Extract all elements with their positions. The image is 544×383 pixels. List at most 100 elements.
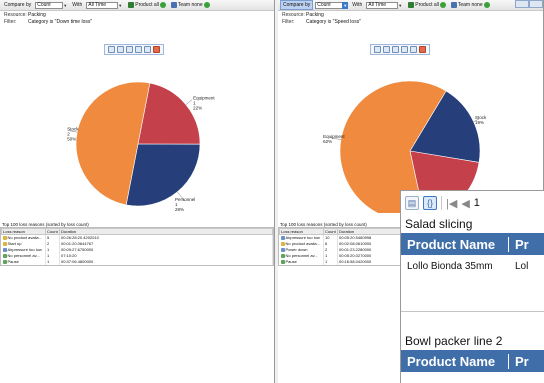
compare-by-select[interactable]: Count — [35, 1, 64, 9]
report-section-title: Bowl packer line 2 — [405, 334, 503, 348]
loss-reason-icon — [280, 236, 285, 241]
header-product-name: Product Name — [401, 353, 509, 369]
chart-toolbar — [104, 44, 164, 55]
page-number[interactable]: 1 — [474, 197, 480, 209]
chevron-down-icon[interactable]: ▼ — [397, 2, 403, 9]
bar-chart-icon[interactable] — [153, 46, 160, 53]
loss-reason-icon — [2, 247, 7, 252]
info-key: Resource: — [4, 12, 27, 18]
bar-chart-icon[interactable] — [419, 46, 426, 53]
report-section-title: Salad slicing — [405, 217, 473, 231]
loss-reason-icon — [2, 236, 7, 241]
team-filter-button[interactable]: Team none — [170, 2, 210, 8]
info-row: Resource: Packing — [282, 12, 539, 19]
cell-loss-reason: No product availa... — [1, 234, 46, 241]
col-count[interactable]: Count — [323, 228, 338, 235]
team-filter-label: Team none — [177, 2, 203, 8]
loss-reason-icon — [280, 247, 285, 252]
left-toolbar: Compare by Count ▼ With All Time ▼ Produ… — [0, 0, 274, 11]
product-filter-button[interactable]: Product all — [128, 2, 166, 8]
info-value: Packing — [28, 12, 46, 18]
compare-by-label: Compare by — [4, 2, 32, 8]
print-icon[interactable] — [126, 46, 133, 53]
chart-type-icon[interactable] — [410, 46, 417, 53]
with-select[interactable]: All Time — [366, 1, 399, 9]
loss-reason-text: Start up — [7, 241, 22, 246]
info-row: Resource: Packing — [4, 12, 270, 19]
cell-count: 1 — [323, 258, 338, 265]
minimize-button[interactable] — [515, 0, 529, 8]
previous-page-icon[interactable]: ◀ — [461, 197, 469, 210]
loss-reason-text: No product availa... — [285, 241, 320, 246]
info-key: Resource: — [282, 12, 305, 18]
cell-loss-reason: No personnel av... — [1, 252, 46, 259]
info-key: Filter: — [282, 19, 295, 25]
cell-loss-reason: Pause — [1, 258, 46, 265]
restore-button[interactable] — [529, 0, 543, 8]
cell-count: 1 — [45, 258, 60, 265]
chevron-down-icon[interactable]: ▼ — [342, 1, 349, 9]
parameters-icon[interactable]: {} — [423, 196, 437, 210]
report-table-row: Lollo Bionda 35mm Lol — [401, 255, 544, 311]
settings-icon[interactable] — [203, 2, 210, 8]
chart-toolbar — [370, 44, 430, 55]
cell-loss-reason: No personnel av... — [279, 252, 324, 259]
cell-product-name: Lollo Bionda 35mm — [407, 261, 493, 272]
loss-reason-text: No product availa... — [7, 235, 42, 241]
with-select[interactable]: All Time — [86, 1, 119, 9]
loss-reason-text: Pause — [285, 259, 297, 264]
loss-reason-text: Pause — [7, 259, 19, 264]
info-value: Category is "Speed loss" — [306, 19, 361, 25]
settings-icon[interactable] — [159, 2, 166, 8]
product-filter-button[interactable]: Product all — [408, 2, 446, 8]
report-table-header: Product Name Pr — [401, 350, 544, 372]
table-row[interactable]: Pause 1 00:37:06.4800000 — [1, 258, 273, 265]
cell-loss-reason: No product availa... — [279, 240, 324, 247]
info-value: Category is "Down time loss" — [28, 19, 93, 25]
settings-icon[interactable] — [483, 2, 490, 8]
info-key: Filter: — [4, 19, 17, 25]
pie-label: Personnel — [175, 197, 195, 202]
save-icon[interactable] — [374, 46, 381, 53]
col-count[interactable]: Count — [45, 228, 60, 235]
product-icon — [408, 2, 415, 8]
info-value: Packing — [306, 12, 324, 18]
right-info: Resource: Packing Filter: Category is "Spe… — [278, 11, 543, 27]
compare-by-select[interactable]: Count — [315, 1, 344, 9]
settings-icon[interactable] — [439, 2, 446, 8]
loss-reason-icon — [280, 241, 285, 246]
loss-reason-icon — [2, 241, 7, 246]
loss-reason-icon — [2, 253, 7, 258]
left-info: Resource: Packing Filter: Category is "Dow… — [0, 11, 274, 27]
loss-reason-icon — [280, 253, 285, 258]
report-viewer: ▤ {} |◀ ◀ 1 Salad slicing Product Name P… — [400, 190, 544, 383]
window-controls — [515, 0, 543, 8]
pie-label: 19% — [475, 120, 484, 125]
loss-reason-text: No personnel av... — [285, 253, 318, 258]
team-filter-label: Team none — [457, 2, 483, 8]
chevron-down-icon[interactable]: ▼ — [62, 2, 68, 9]
loss-reason-icon — [280, 259, 285, 264]
pie-leader-line — [185, 99, 193, 105]
copy-icon[interactable] — [117, 46, 124, 53]
save-icon[interactable] — [108, 46, 115, 53]
left-loss-table: Loss reason Count Duration No product av… — [0, 227, 274, 266]
toggle-sidebar-icon[interactable]: ▤ — [405, 196, 419, 210]
cell-loss-reason: Pause — [279, 258, 324, 265]
loss-reason-text: Airpressure too low — [285, 235, 320, 241]
team-filter-button[interactable]: Team none — [450, 2, 490, 8]
export-icon[interactable] — [401, 46, 408, 53]
left-chart-area: Equipment 1 22% Personnel 1 28% Stock 2 50% — [0, 30, 274, 213]
first-page-icon[interactable]: |◀ — [446, 197, 457, 210]
pie-label: 28% — [175, 207, 184, 212]
copy-icon[interactable] — [383, 46, 390, 53]
export-icon[interactable] — [135, 46, 142, 53]
print-icon[interactable] — [392, 46, 399, 53]
right-chart-area: Stock19%Personnel19%Equipment62% — [278, 30, 543, 222]
chart-type-icon[interactable] — [144, 46, 151, 53]
loss-reason-text: Power down — [285, 247, 308, 252]
loss-reason-text: No personnel av... — [7, 253, 40, 258]
chevron-down-icon[interactable]: ▼ — [117, 2, 123, 9]
loss-reason-icon — [2, 259, 7, 264]
header-product-column: Pr — [515, 353, 529, 369]
